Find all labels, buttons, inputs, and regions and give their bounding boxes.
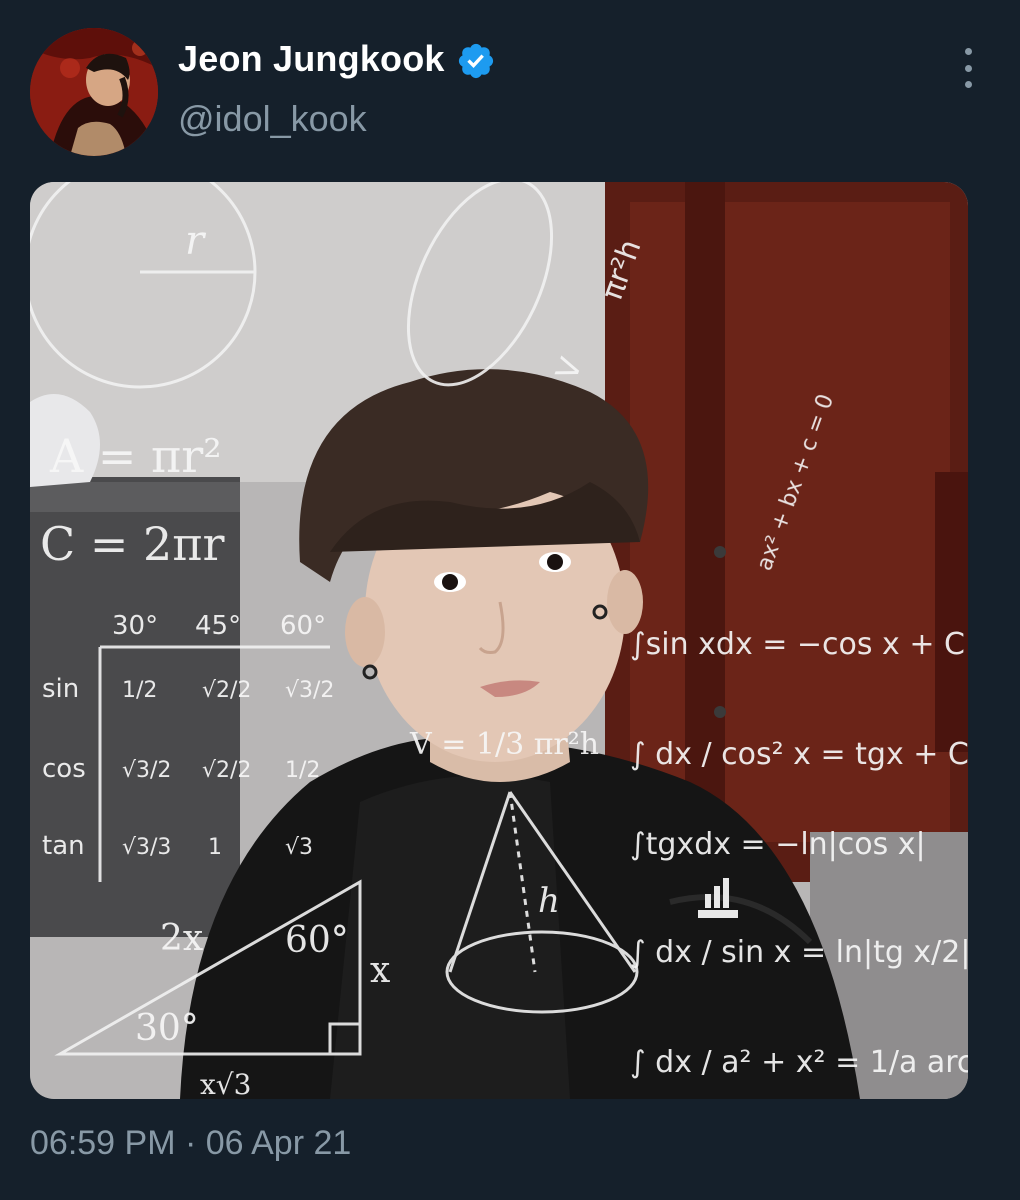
table-row-fn: tan <box>42 831 85 861</box>
table-cell: √2/2 <box>202 758 251 783</box>
table-header-30: 30° <box>112 611 158 641</box>
table-cell: 1 <box>208 835 222 860</box>
integral-5: ∫ dx / a² + x² = 1/a arctg <box>630 1045 968 1080</box>
area-formula: A = πr² <box>49 429 222 483</box>
integral-1: ∫sin xdx = −cos x + C <box>630 627 965 662</box>
verified-badge-icon <box>458 43 494 79</box>
table-cell: 1/2 <box>285 758 320 783</box>
table-row-fn: sin <box>42 674 79 704</box>
table-cell: √3/3 <box>122 835 171 860</box>
table-cell: √3/2 <box>122 758 171 783</box>
triangle-side-label: x <box>370 950 390 991</box>
tweet-timestamp[interactable]: 06:59 PM · 06 Apr 21 <box>30 1124 351 1163</box>
radius-label: r <box>185 218 207 264</box>
avatar[interactable] <box>30 28 158 156</box>
triangle-hyp-label: 2x <box>160 918 203 959</box>
table-row-fn: cos <box>42 754 86 784</box>
triangle-bottom-label: x√3 <box>200 1068 251 1099</box>
table-cell: √2/2 <box>202 678 251 703</box>
circumference-formula: C = 2πr <box>40 517 224 571</box>
tweet-media[interactable]: r A = πr² C = 2πr 30° 45° 60° sin 1/2 √2… <box>30 182 968 1099</box>
table-header-60: 60° <box>280 611 326 641</box>
more-vertical-icon[interactable] <box>956 48 980 88</box>
table-cell: √3 <box>285 835 313 860</box>
handle[interactable]: @idol_kook <box>178 98 367 140</box>
triangle-angle-bottom: 30° <box>135 1008 199 1049</box>
triangle-angle-top: 60° <box>285 920 349 961</box>
integral-4: ∫ dx / sin x = ln|tg x/2| + C <box>630 935 968 970</box>
more-dot <box>964 64 972 72</box>
cone-height-label: h <box>538 881 560 921</box>
more-dot <box>964 81 972 88</box>
integral-2: ∫ dx / cos² x = tgx + C <box>630 737 968 772</box>
table-header-45: 45° <box>195 611 241 641</box>
integral-3: ∫tgxdx = −ln|cos x| <box>630 827 926 862</box>
table-cell: 1/2 <box>122 678 157 703</box>
display-name[interactable]: Jeon Jungkook <box>178 38 445 80</box>
more-dot <box>964 48 972 55</box>
cone-volume: V = 1/3 πr²h <box>409 727 599 762</box>
table-cell: √3/2 <box>285 678 334 703</box>
